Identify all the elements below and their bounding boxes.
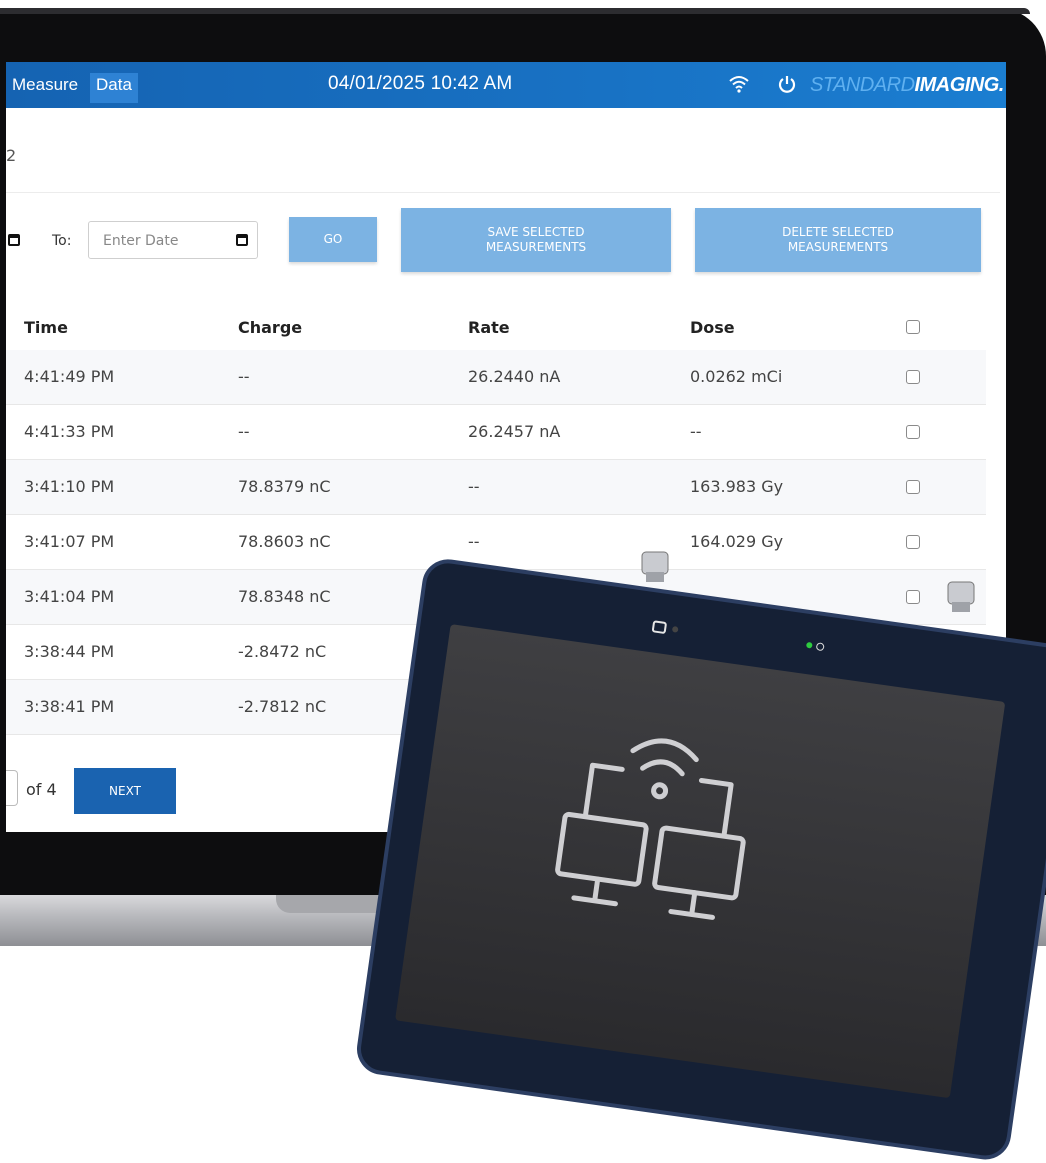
column-header-dose: Dose	[690, 318, 735, 337]
table-row[interactable]: 4:41:33 PM -- 26.2457 nA --	[6, 405, 986, 460]
table-row[interactable]: 3:41:07 PM 78.8603 nC -- 164.029 Gy	[6, 515, 986, 570]
cell-charge: 78.8348 nC	[238, 587, 331, 606]
calendar-icon[interactable]	[236, 234, 248, 246]
camera-icon	[651, 620, 668, 635]
column-header-charge: Charge	[238, 318, 303, 337]
select-all-checkbox[interactable]	[906, 320, 920, 334]
column-header-time: Time	[24, 318, 68, 337]
cell-rate: --	[468, 532, 480, 551]
cell-time: 3:38:44 PM	[24, 642, 115, 661]
row-checkbox[interactable]	[906, 590, 920, 604]
cable-connector-icon	[641, 551, 669, 582]
camera-lens-icon	[671, 626, 679, 633]
go-button[interactable]: GO	[289, 217, 377, 262]
save-button-label-line1: SAVE SELECTED	[487, 225, 585, 239]
cell-time: 4:41:33 PM	[24, 422, 115, 441]
page-subtitle: 2	[6, 146, 17, 165]
delete-button-label-line2: MEASUREMENTS	[787, 240, 889, 254]
delete-button-label-line1: DELETE SELECTED	[782, 225, 894, 239]
cell-rate: 26.2440 nA	[468, 367, 561, 386]
power-icon[interactable]	[778, 74, 796, 94]
cell-dose: 164.029 Gy	[690, 532, 784, 551]
tablet-screen	[395, 624, 1006, 1099]
cell-dose: 163.983 Gy	[690, 477, 784, 496]
sensor-icon	[815, 642, 825, 652]
cell-time: 3:41:07 PM	[24, 532, 115, 551]
page-number-input[interactable]	[6, 770, 18, 806]
save-selected-button[interactable]: SAVE SELECTED MEASUREMENTS	[401, 208, 671, 272]
row-checkbox[interactable]	[906, 370, 920, 384]
cell-time: 3:41:04 PM	[24, 587, 115, 606]
table-row[interactable]: 4:41:49 PM -- 26.2440 nA 0.0262 mCi	[6, 350, 986, 405]
row-checkbox[interactable]	[906, 480, 920, 494]
table-row[interactable]: 3:41:10 PM 78.8379 nC -- 163.983 Gy	[6, 460, 986, 515]
cell-charge: 78.8379 nC	[238, 477, 331, 496]
brand-logo-light: STANDARD	[810, 74, 915, 96]
cell-time: 4:41:49 PM	[24, 367, 115, 386]
row-checkbox[interactable]	[906, 425, 920, 439]
cell-charge: --	[238, 422, 250, 441]
cell-time: 3:38:41 PM	[24, 697, 115, 716]
bezel-highlight	[0, 8, 1030, 14]
cell-time: 3:41:10 PM	[24, 477, 115, 496]
to-date-input[interactable]: Enter Date	[88, 221, 258, 259]
row-checkbox[interactable]	[906, 535, 920, 549]
column-header-rate: Rate	[468, 318, 510, 337]
top-nav-bar: Measure Data 04/01/2025 10:42 AM STANDAR…	[6, 62, 1006, 108]
brand-logo: STANDARDIMAGING.	[810, 74, 1004, 97]
to-label: To:	[52, 233, 72, 249]
cell-dose: --	[690, 422, 702, 441]
cell-charge: -2.7812 nC	[238, 697, 327, 716]
brand-logo-bold: IMAGING.	[914, 74, 1005, 96]
cell-charge: 78.8603 nC	[238, 532, 331, 551]
next-page-button[interactable]: NEXT	[74, 768, 176, 814]
save-button-label-line2: MEASUREMENTS	[485, 240, 587, 254]
status-led-icon	[805, 641, 813, 649]
tablet-device	[353, 556, 1046, 1163]
page-count-label: of 4	[26, 780, 57, 799]
wireless-connection-icon	[555, 738, 746, 920]
delete-selected-button[interactable]: DELETE SELECTED MEASUREMENTS	[695, 208, 981, 272]
tab-measure[interactable]: Measure	[6, 73, 84, 103]
wifi-icon[interactable]	[728, 74, 750, 94]
cell-rate: 26.2457 nA	[468, 422, 561, 441]
calendar-icon[interactable]	[8, 234, 20, 246]
date-placeholder: Enter Date	[103, 233, 179, 249]
cell-rate: --	[468, 477, 480, 496]
cell-dose: 0.0262 mCi	[690, 367, 783, 386]
cable-connector-icon	[947, 581, 975, 612]
cell-charge: --	[238, 367, 250, 386]
datetime-display: 04/01/2025 10:42 AM	[328, 73, 513, 94]
cell-charge: -2.8472 nC	[238, 642, 327, 661]
tab-data[interactable]: Data	[90, 73, 138, 103]
